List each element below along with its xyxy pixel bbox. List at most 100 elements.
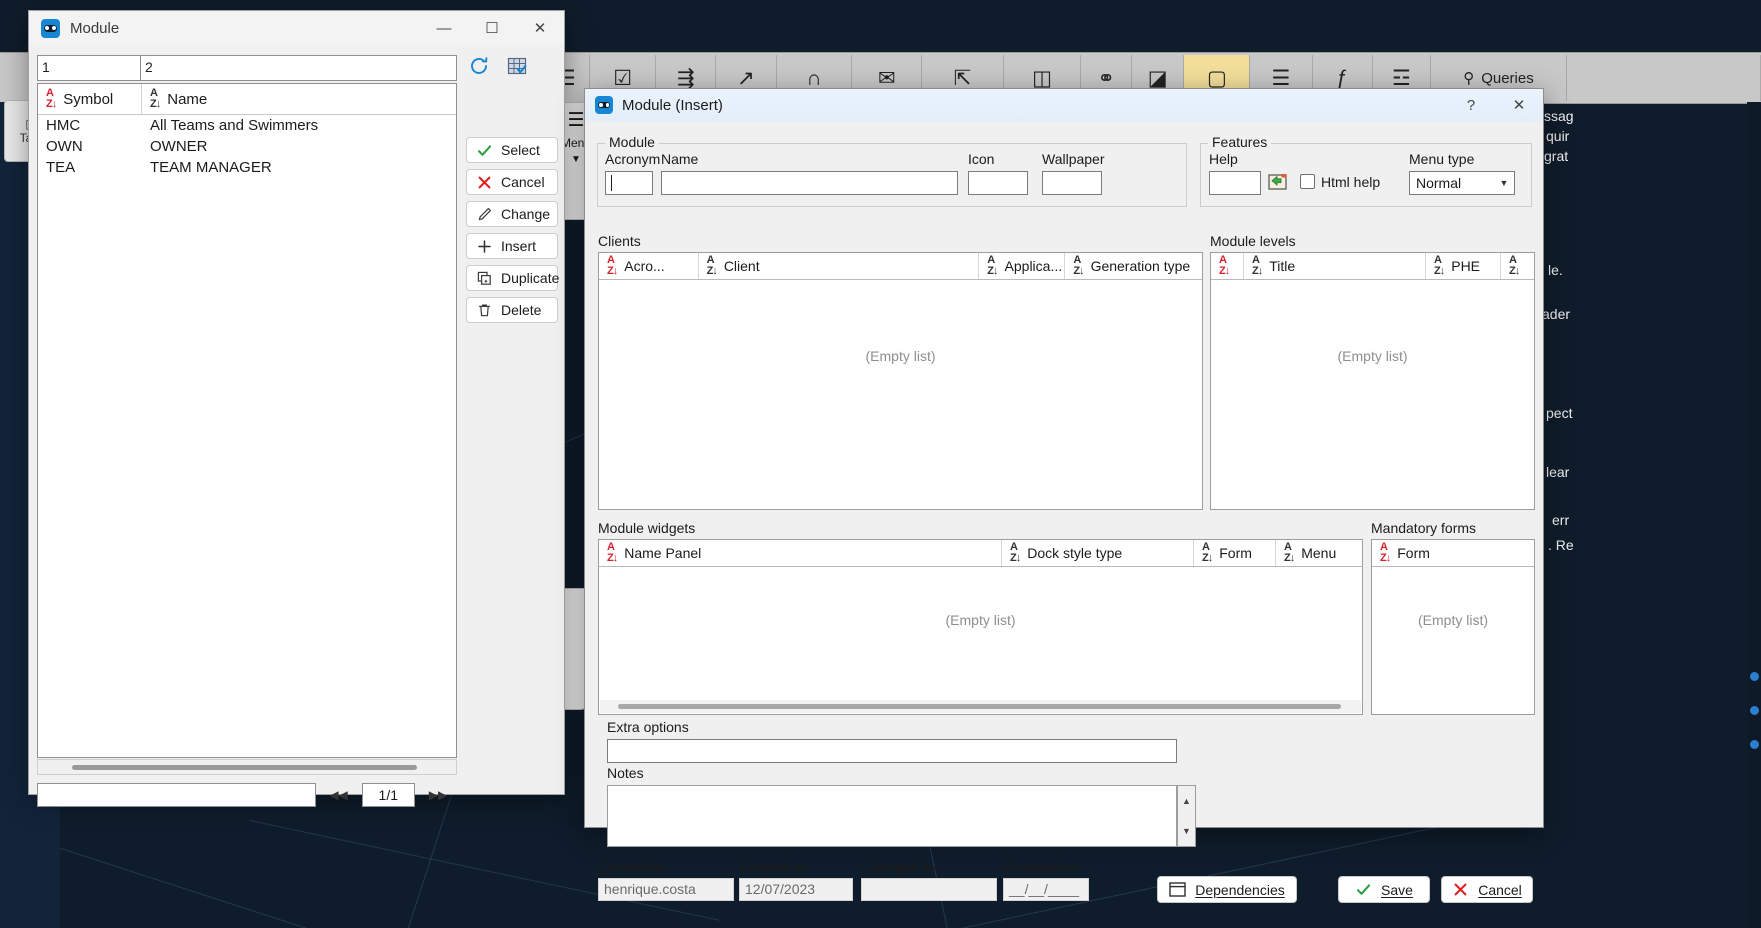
extra-options-input[interactable] xyxy=(607,739,1177,763)
module-widgets-grid[interactable]: A Z↓ Name Panel A Z↓ Dock style type A Z↓ F… xyxy=(598,539,1363,715)
save-button[interactable]: Save xyxy=(1338,876,1430,903)
sort-ascending-icon[interactable]: A Z↓ xyxy=(1010,542,1021,564)
sort-ascending-icon[interactable]: A Z↓ xyxy=(607,255,618,277)
column-header-name-panel[interactable]: A Z↓ Name Panel xyxy=(599,540,1002,566)
sort-ascending-icon[interactable]: A Z↓ xyxy=(1073,255,1084,277)
dock-indicator[interactable] xyxy=(1750,740,1759,749)
column-header-level-sort[interactable]: A Z↓ xyxy=(1211,253,1244,279)
column-header-generation-type[interactable]: A Z↓ Generation type xyxy=(1065,253,1202,279)
last-page-button[interactable]: ▶▶ xyxy=(419,783,457,807)
table-row[interactable]: OWN OWNER xyxy=(38,136,456,157)
module-insert-dialog[interactable]: Module (Insert) ? ✕ Module Acronym Name … xyxy=(584,88,1544,903)
module-window-titlebar[interactable]: Module — ☐ ✕ xyxy=(29,11,564,45)
scrollbar-thumb[interactable] xyxy=(72,765,417,770)
acronym-input[interactable] xyxy=(605,171,653,195)
grid-config-icon[interactable] xyxy=(504,53,530,79)
column-header-menu[interactable]: A Z↓ Menu xyxy=(1276,540,1362,566)
column-header-extra[interactable]: A Z↓ xyxy=(1501,253,1534,279)
duplicate-button[interactable]: Duplicate xyxy=(466,265,559,291)
queries-icon: ⚲ xyxy=(1463,70,1475,87)
created-by-label: Created by xyxy=(598,859,667,875)
column-header-client[interactable]: A Z↓ Client xyxy=(699,253,980,279)
sort-ascending-icon[interactable]: A Z↓ xyxy=(1252,255,1263,277)
column-header-acronym[interactable]: A Z↓ Acro... xyxy=(599,253,699,279)
cancel-button[interactable]: Cancel xyxy=(466,169,558,195)
module-levels-grid-header: A Z↓ A Z↓ Title A Z↓ PHE A Z↓ xyxy=(1211,253,1534,280)
table-row[interactable]: TEA TEAM MANAGER xyxy=(38,157,456,178)
column-header-application[interactable]: A Z↓ Applica... xyxy=(979,253,1066,279)
search-input[interactable] xyxy=(37,783,316,807)
sort-ascending-icon[interactable]: A Z↓ xyxy=(150,88,161,110)
help-input[interactable] xyxy=(1209,171,1261,195)
icon-input[interactable] xyxy=(968,171,1028,195)
mandatory-forms-grid[interactable]: A Z↓ Form (Empty list) xyxy=(1371,539,1535,715)
select-button[interactable]: Select xyxy=(466,137,558,163)
maximize-button[interactable]: ☐ xyxy=(468,11,516,45)
close-button[interactable]: ✕ xyxy=(516,11,564,45)
notes-scroll-spinner[interactable]: ▲ ▼ xyxy=(1177,785,1196,847)
sort-ascending-icon[interactable]: A Z↓ xyxy=(707,255,718,277)
dock-indicator[interactable] xyxy=(1750,672,1759,681)
html-help-checkbox[interactable] xyxy=(1300,174,1315,189)
sort-ascending-icon[interactable]: A Z↓ xyxy=(1509,255,1520,277)
dependencies-button[interactable]: Dependencies xyxy=(1157,876,1297,903)
sort-ascending-icon[interactable]: A Z↓ xyxy=(1284,542,1295,564)
cell-name: TEAM MANAGER xyxy=(150,159,272,176)
sort-ascending-icon[interactable]: A Z↓ xyxy=(1434,255,1445,277)
filter-input-symbol[interactable]: 1 xyxy=(37,55,141,81)
menu-stack-icon[interactable]: ☰ xyxy=(567,109,584,132)
bg-text-fragment: ader xyxy=(1542,306,1571,322)
module-list-window[interactable]: Module — ☐ ✕ 1 2 A Z↓ Symbol A Z↓ Name H… xyxy=(28,10,565,807)
open-folder-arrow-icon[interactable] xyxy=(1267,171,1289,193)
queries-label: Queries xyxy=(1481,69,1534,87)
chevron-down-icon[interactable]: ▼ xyxy=(571,154,581,165)
column-header-phe[interactable]: A Z↓ PHE xyxy=(1426,253,1501,279)
sort-ascending-icon[interactable]: A Z↓ xyxy=(1380,542,1391,564)
notes-textarea[interactable] xyxy=(607,785,1177,847)
sort-ascending-icon[interactable]: A Z↓ xyxy=(1202,542,1213,564)
module-data-grid[interactable]: A Z↓ Symbol A Z↓ Name HMC All Teams and Sw… xyxy=(37,83,457,758)
widgets-horizontal-scrollbar[interactable] xyxy=(600,700,1361,713)
column-header-name[interactable]: A Z↓ Name xyxy=(142,84,456,114)
insert-dialog-titlebar[interactable]: Module (Insert) ? ✕ xyxy=(585,89,1543,121)
chevron-down-icon[interactable]: ▼ xyxy=(1494,172,1514,194)
refresh-icon[interactable] xyxy=(466,53,492,79)
column-header-mandatory-form[interactable]: A Z↓ Form xyxy=(1372,540,1534,566)
bg-text-fragment: pect xyxy=(1546,405,1573,421)
dock-indicator[interactable] xyxy=(1750,706,1759,715)
sort-ascending-icon[interactable]: A Z↓ xyxy=(987,255,998,277)
scrollbar-thumb[interactable] xyxy=(618,704,1341,709)
column-header-dock-style-type[interactable]: A Z↓ Dock style type xyxy=(1002,540,1194,566)
column-header-symbol[interactable]: A Z↓ Symbol xyxy=(38,84,142,114)
grid-toolbar[interactable] xyxy=(466,53,530,79)
delete-button[interactable]: Delete xyxy=(466,297,558,323)
module-widgets-legend: Module widgets xyxy=(598,520,696,536)
column-header-title-label: Title xyxy=(1269,258,1296,274)
name-input[interactable] xyxy=(661,171,958,195)
spin-down-icon[interactable]: ▼ xyxy=(1178,816,1195,846)
wallpaper-input[interactable] xyxy=(1042,171,1102,195)
menu-type-select[interactable]: Normal ▼ xyxy=(1409,171,1515,195)
column-header-client-label: Client xyxy=(723,258,760,274)
features-group-legend: Features xyxy=(1208,134,1272,150)
column-header-title[interactable]: A Z↓ Title xyxy=(1244,253,1426,279)
close-button[interactable]: ✕ xyxy=(1495,88,1543,122)
column-header-form[interactable]: A Z↓ Form xyxy=(1194,540,1276,566)
spin-up-icon[interactable]: ▲ xyxy=(1178,786,1195,816)
select-button-label: Select xyxy=(501,142,540,158)
table-row[interactable]: HMC All Teams and Swimmers xyxy=(38,115,456,136)
grid-horizontal-scrollbar[interactable] xyxy=(37,759,457,775)
change-button[interactable]: Change xyxy=(466,201,558,227)
help-button[interactable]: ? xyxy=(1447,88,1495,122)
sort-ascending-icon[interactable]: A Z↓ xyxy=(46,88,57,110)
insert-button[interactable]: Insert xyxy=(466,233,558,259)
filter-input-name[interactable]: 2 xyxy=(141,55,457,81)
module-levels-grid[interactable]: A Z↓ A Z↓ Title A Z↓ PHE A Z↓ (Empty list) xyxy=(1210,252,1535,510)
first-page-button[interactable]: ◀◀ xyxy=(320,783,358,807)
clients-grid[interactable]: A Z↓ Acro... A Z↓ Client A Z↓ Applica... AZ… xyxy=(598,252,1203,510)
cancel-button[interactable]: Cancel xyxy=(1441,876,1533,903)
sort-ascending-icon[interactable]: A Z↓ xyxy=(1219,255,1230,277)
ribbon-cell-end[interactable] xyxy=(1567,55,1761,101)
minimize-button[interactable]: — xyxy=(420,11,468,45)
sort-ascending-icon[interactable]: A Z↓ xyxy=(607,542,618,564)
